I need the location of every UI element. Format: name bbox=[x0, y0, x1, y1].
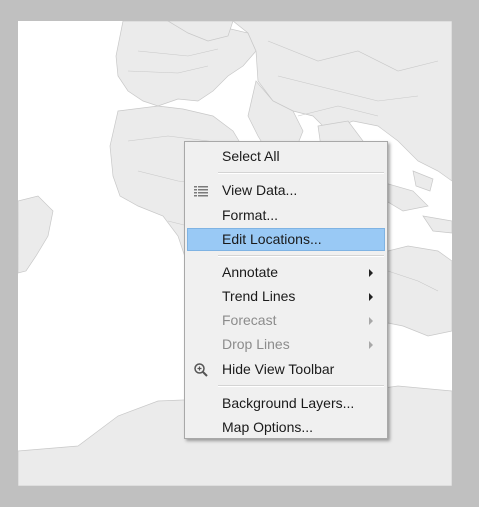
menu-item-select-all[interactable]: Select All bbox=[187, 145, 385, 168]
menu-item-label: Trend Lines bbox=[222, 288, 296, 304]
menu-item-hide-view-toolbar[interactable]: Hide View Toolbar bbox=[187, 358, 385, 381]
menu-item-drop-lines[interactable]: Drop Lines bbox=[187, 333, 385, 356]
menu-separator bbox=[218, 172, 384, 174]
menu-item-edit-locations[interactable]: Edit Locations... bbox=[187, 228, 385, 251]
submenu-arrow-icon bbox=[369, 293, 373, 301]
menu-item-view-data[interactable]: View Data... bbox=[187, 179, 385, 202]
context-menu: Select All View Data... Format... Edit L… bbox=[184, 141, 388, 439]
menu-item-label: Select All bbox=[222, 148, 280, 164]
menu-item-background-layers[interactable]: Background Layers... bbox=[187, 392, 385, 415]
menu-item-label: Format... bbox=[222, 207, 279, 223]
menu-item-label: Forecast bbox=[222, 312, 277, 328]
menu-item-forecast[interactable]: Forecast bbox=[187, 309, 385, 332]
menu-item-label: Hide View Toolbar bbox=[222, 361, 335, 377]
submenu-arrow-icon bbox=[369, 269, 373, 277]
menu-item-label: Drop Lines bbox=[222, 336, 290, 352]
menu-item-format[interactable]: Format... bbox=[187, 204, 385, 227]
menu-item-trend-lines[interactable]: Trend Lines bbox=[187, 285, 385, 308]
table-grid-icon bbox=[194, 186, 208, 197]
menu-separator bbox=[218, 385, 384, 387]
zoom-in-icon bbox=[194, 363, 208, 377]
menu-separator bbox=[218, 255, 384, 257]
menu-item-label: View Data... bbox=[222, 182, 298, 198]
menu-item-label: Annotate bbox=[222, 264, 279, 280]
map-view[interactable]: Select All View Data... Format... Edit L… bbox=[18, 21, 452, 486]
menu-item-label: Edit Locations... bbox=[222, 231, 322, 247]
menu-item-label: Background Layers... bbox=[222, 395, 355, 411]
menu-item-map-options[interactable]: Map Options... bbox=[187, 416, 385, 439]
submenu-arrow-icon bbox=[369, 341, 373, 349]
submenu-arrow-icon bbox=[369, 317, 373, 325]
menu-item-annotate[interactable]: Annotate bbox=[187, 261, 385, 284]
menu-item-label: Map Options... bbox=[222, 419, 314, 435]
